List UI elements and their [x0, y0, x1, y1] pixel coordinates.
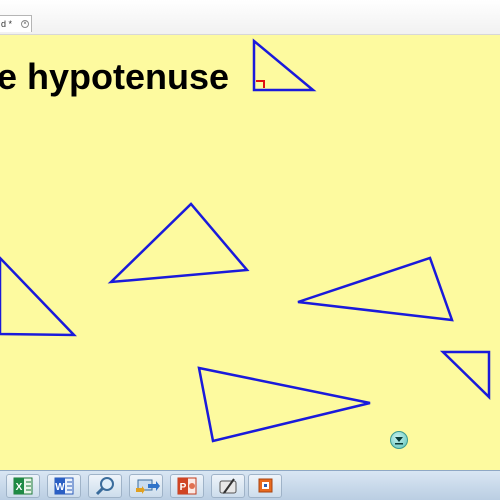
taskbar-powerpoint[interactable]: P	[170, 474, 204, 498]
smartboard-window: d * × e hypotenuse X W P	[0, 0, 500, 500]
taskbar-word[interactable]: W	[47, 474, 81, 498]
taskbar-camtasia[interactable]	[248, 474, 282, 498]
triangle-left[interactable]	[0, 256, 77, 337]
taskbar-search[interactable]	[88, 474, 122, 498]
triangle-center[interactable]	[107, 202, 250, 284]
taskbar-pen-tablet[interactable]	[211, 474, 245, 498]
triangle-small-right[interactable]	[439, 350, 491, 400]
reference-right-triangle[interactable]	[252, 38, 317, 92]
arrow-down-icon	[395, 437, 403, 445]
svg-text:W: W	[55, 482, 65, 493]
triangle-bottom[interactable]	[197, 366, 371, 443]
excel-icon: X	[13, 477, 33, 495]
slide-canvas	[0, 38, 491, 443]
taskbar-excel[interactable]: X	[6, 474, 40, 498]
taskbar: X W P	[0, 470, 500, 500]
camtasia-icon	[258, 478, 273, 493]
word-icon: W	[54, 477, 74, 495]
svg-text:X: X	[16, 482, 23, 493]
search-icon	[95, 477, 114, 496]
powerpoint-icon: P	[177, 477, 197, 495]
page-down-button[interactable]	[390, 431, 408, 449]
pen-tablet-icon	[219, 478, 237, 494]
taskbar-network[interactable]	[129, 474, 163, 498]
triangle-right[interactable]	[297, 256, 454, 322]
svg-text:P: P	[180, 482, 187, 493]
network-transfer-icon	[136, 479, 160, 494]
right-angle-marker	[256, 80, 265, 88]
